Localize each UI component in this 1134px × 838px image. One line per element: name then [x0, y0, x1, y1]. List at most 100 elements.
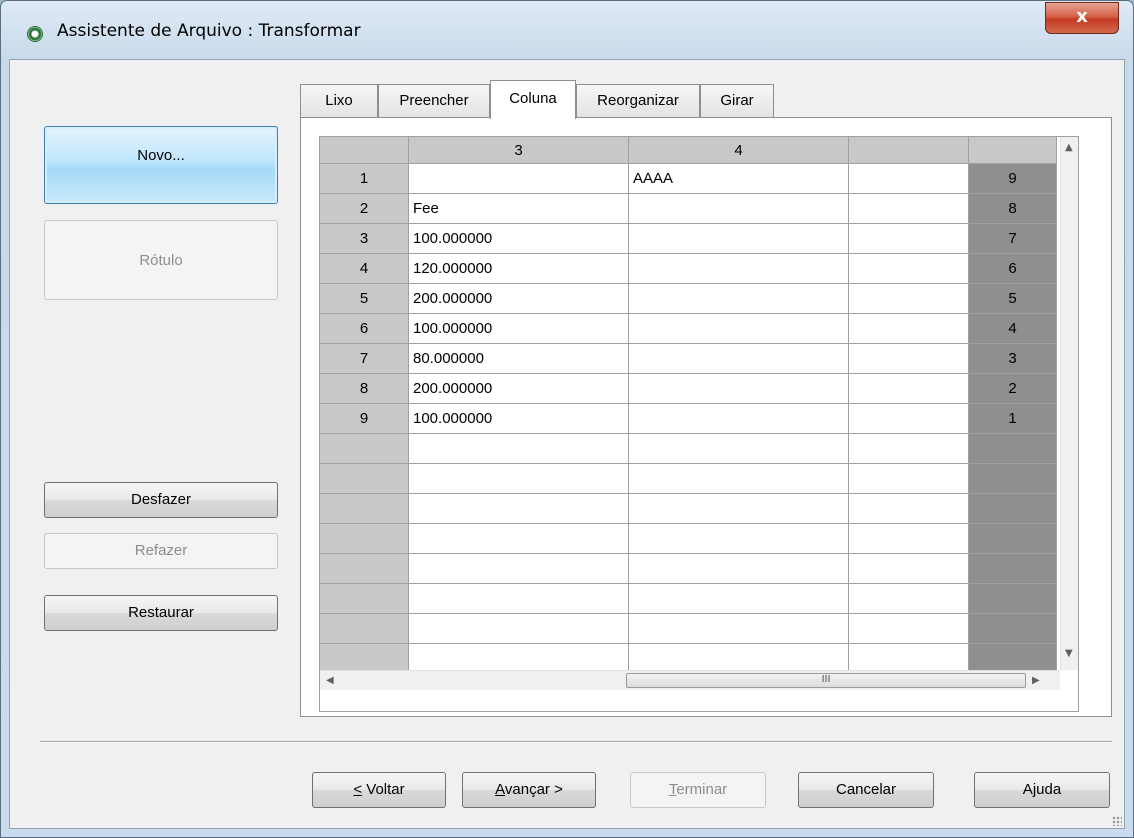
grid-cell[interactable]: [629, 524, 849, 554]
grid-cell[interactable]: [849, 314, 969, 344]
grid-cell[interactable]: [849, 644, 969, 670]
grid-cell[interactable]: [629, 404, 849, 434]
grid-cell[interactable]: [849, 344, 969, 374]
grid-cell[interactable]: [629, 374, 849, 404]
grid-cell[interactable]: [849, 584, 969, 614]
refazer-button[interactable]: Refazer: [44, 533, 278, 569]
reversed-index-cell[interactable]: 8: [969, 194, 1057, 224]
ajuda-button[interactable]: Ajuda: [974, 772, 1110, 808]
row-header[interactable]: 8: [320, 374, 409, 404]
grid-cell[interactable]: [849, 614, 969, 644]
grid-cell[interactable]: 120.000000: [409, 254, 629, 284]
row-header[interactable]: [320, 614, 409, 644]
grid-cell[interactable]: 200.000000: [409, 284, 629, 314]
grid-cell[interactable]: 100.000000: [409, 404, 629, 434]
grid-cell[interactable]: [629, 344, 849, 374]
row-header[interactable]: 2: [320, 194, 409, 224]
grid-cell[interactable]: [409, 494, 629, 524]
column-header[interactable]: 4: [629, 137, 849, 164]
grid-cell[interactable]: [629, 194, 849, 224]
reversed-index-cell[interactable]: 9: [969, 164, 1057, 194]
grid-cell[interactable]: [629, 314, 849, 344]
tab-lixo[interactable]: Lixo: [300, 84, 378, 118]
grid-cell[interactable]: [849, 464, 969, 494]
grid-corner-header[interactable]: [320, 137, 409, 164]
grid-cell[interactable]: [409, 464, 629, 494]
reversed-index-cell[interactable]: [969, 614, 1057, 644]
grid-cell[interactable]: [849, 524, 969, 554]
tab-girar[interactable]: Girar: [700, 84, 774, 118]
grid-cell[interactable]: 100.000000: [409, 224, 629, 254]
row-header[interactable]: [320, 584, 409, 614]
grid-cell[interactable]: 100.000000: [409, 314, 629, 344]
reversed-index-cell[interactable]: 7: [969, 224, 1057, 254]
row-header[interactable]: [320, 554, 409, 584]
resize-grip-icon[interactable]: [1112, 816, 1122, 826]
row-header[interactable]: 1: [320, 164, 409, 194]
grid-cell[interactable]: [629, 254, 849, 284]
grid-cell[interactable]: AAAA: [629, 164, 849, 194]
grid-cell[interactable]: [849, 164, 969, 194]
grid-cell[interactable]: [629, 584, 849, 614]
scroll-down-icon[interactable]: ▼: [1065, 649, 1073, 659]
row-header[interactable]: 4: [320, 254, 409, 284]
row-header[interactable]: [320, 524, 409, 554]
reversed-index-cell[interactable]: 2: [969, 374, 1057, 404]
grid-cell[interactable]: [409, 524, 629, 554]
tab-reorganizar[interactable]: Reorganizar: [576, 84, 700, 118]
reversed-index-cell[interactable]: [969, 584, 1057, 614]
grid-cell[interactable]: [849, 194, 969, 224]
column-header[interactable]: [849, 137, 969, 164]
grid-cell[interactable]: [409, 164, 629, 194]
horizontal-scrollbar[interactable]: ◀ III ▶: [320, 670, 1060, 690]
desfazer-button[interactable]: Desfazer: [44, 482, 278, 518]
row-header[interactable]: [320, 434, 409, 464]
grid-cell[interactable]: 80.000000: [409, 344, 629, 374]
grid-cell[interactable]: [849, 284, 969, 314]
title-bar[interactable]: Assistente de Arquivo : Transformar x: [1, 1, 1133, 59]
rotulo-button[interactable]: Rótulo: [44, 220, 278, 300]
grid-cell[interactable]: [629, 284, 849, 314]
vertical-scrollbar[interactable]: ▲ ▼: [1060, 137, 1078, 670]
restaurar-button[interactable]: Restaurar: [44, 595, 278, 631]
voltar-button[interactable]: < Voltar: [312, 772, 446, 808]
novo-button[interactable]: Novo...: [44, 126, 278, 204]
reversed-index-cell[interactable]: 3: [969, 344, 1057, 374]
reversed-index-cell[interactable]: 6: [969, 254, 1057, 284]
row-header[interactable]: 3: [320, 224, 409, 254]
row-header[interactable]: [320, 644, 409, 670]
reversed-index-cell[interactable]: [969, 524, 1057, 554]
row-header[interactable]: [320, 494, 409, 524]
close-button[interactable]: x: [1045, 2, 1119, 34]
grid-cell[interactable]: [409, 434, 629, 464]
column-header[interactable]: 3: [409, 137, 629, 164]
grid-cell[interactable]: [409, 584, 629, 614]
row-header[interactable]: 7: [320, 344, 409, 374]
tab-coluna[interactable]: Coluna: [490, 80, 576, 119]
grid-cell[interactable]: [629, 644, 849, 670]
grid-cell[interactable]: [409, 554, 629, 584]
grid-cell[interactable]: Fee: [409, 194, 629, 224]
grid-cell[interactable]: [629, 464, 849, 494]
avancar-button[interactable]: Avançar >: [462, 772, 596, 808]
reversed-index-cell[interactable]: 4: [969, 314, 1057, 344]
grid-cell[interactable]: [849, 554, 969, 584]
grid-cell[interactable]: [849, 224, 969, 254]
grid-cell[interactable]: 200.000000: [409, 374, 629, 404]
grid-cell[interactable]: [849, 404, 969, 434]
row-header[interactable]: 6: [320, 314, 409, 344]
grid-cell[interactable]: [629, 494, 849, 524]
reversed-index-cell[interactable]: [969, 464, 1057, 494]
reversed-index-cell[interactable]: 1: [969, 404, 1057, 434]
scroll-right-icon[interactable]: ▶: [1032, 676, 1040, 686]
grid-cell[interactable]: [409, 614, 629, 644]
grid-cell[interactable]: [849, 374, 969, 404]
grid-cell[interactable]: [849, 494, 969, 524]
cancelar-button[interactable]: Cancelar: [798, 772, 934, 808]
grid-cell[interactable]: [629, 614, 849, 644]
terminar-button[interactable]: Terminar: [630, 772, 766, 808]
reversed-index-cell[interactable]: 5: [969, 284, 1057, 314]
tab-preencher[interactable]: Preencher: [378, 84, 490, 118]
grid-cell[interactable]: [409, 644, 629, 670]
scroll-up-icon[interactable]: ▲: [1065, 143, 1073, 153]
